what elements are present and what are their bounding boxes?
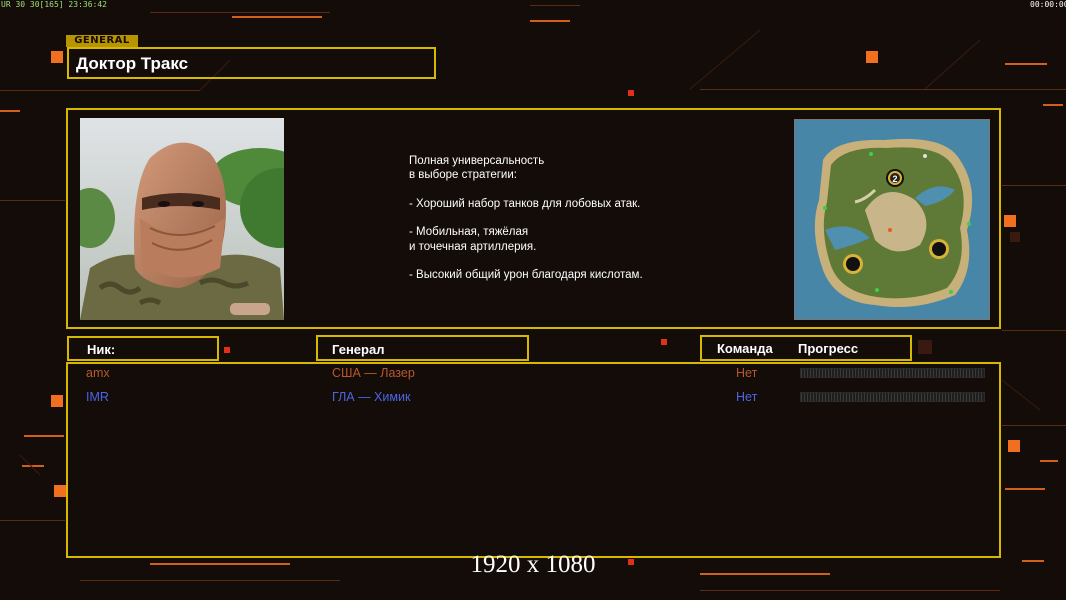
nick-header: Ник:	[87, 342, 116, 357]
map-preview[interactable]: 2	[794, 119, 990, 320]
nick-header-box: Ник:	[67, 336, 219, 361]
hud-stats: UR 30 30[165] 23:36:42	[1, 0, 107, 9]
player-nick: IMR	[86, 390, 109, 404]
player-team: Нет	[736, 366, 758, 380]
player-general: ГЛА — Химик	[332, 390, 411, 404]
team-progress-header-box: Команда Прогресс	[700, 335, 912, 361]
map-start-marker: 2	[892, 174, 897, 184]
general-header: Генерал	[332, 342, 385, 357]
player-general: США — Лазер	[332, 366, 415, 380]
general-name: Доктор Тракс	[76, 54, 189, 73]
general-description: Полная универсальность в выборе стратеги…	[409, 155, 643, 282]
player-progress-bar	[800, 368, 985, 378]
player-progress-bar	[800, 392, 985, 402]
general-name-box: Доктор Тракс	[67, 47, 436, 79]
hud-timer: 00:00:00	[1030, 0, 1066, 9]
resolution-label: 1920 x 1080	[470, 551, 596, 578]
general-header-box: Генерал	[316, 335, 529, 361]
team-header: Команда	[717, 341, 773, 356]
player-nick: amx	[86, 366, 110, 380]
general-portrait	[80, 118, 284, 320]
player-team: Нет	[736, 390, 758, 404]
general-tag: GENERAL	[66, 35, 138, 47]
progress-header: Прогресс	[798, 341, 859, 356]
